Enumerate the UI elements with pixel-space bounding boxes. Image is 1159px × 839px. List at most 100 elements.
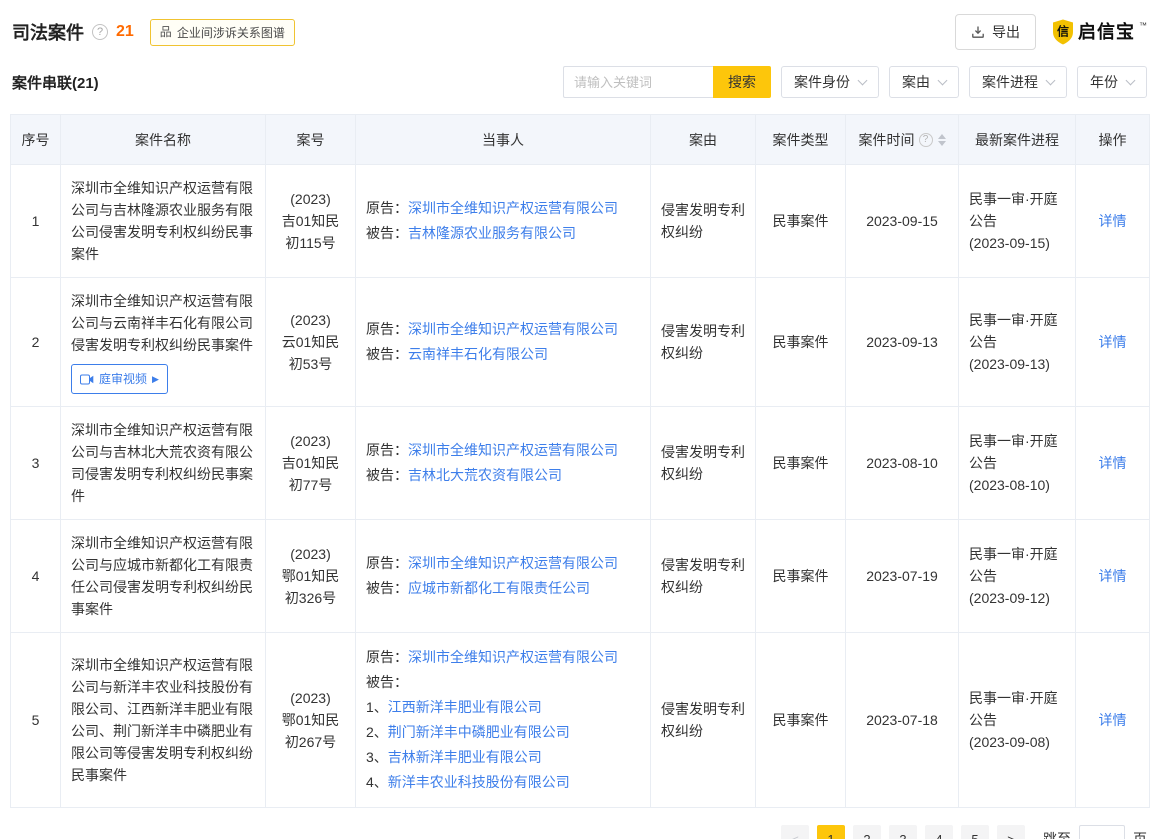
- detail-link[interactable]: 详情: [1099, 334, 1127, 350]
- org-graph-icon: 品: [160, 26, 172, 38]
- latest-progress-cell: 民事一审·开庭公告(2023-09-12): [959, 520, 1076, 633]
- company-link[interactable]: 荆门新洋丰中磷肥业有限公司: [388, 724, 570, 740]
- progress-date: (2023-09-15): [969, 232, 1065, 254]
- plaintiff-line: 原告：深圳市全维知识产权运营有限公司: [366, 438, 640, 463]
- page-button-5[interactable]: 5: [961, 825, 989, 839]
- case-time: 2023-07-19: [846, 520, 959, 633]
- sort-toggle[interactable]: [938, 134, 946, 146]
- latest-progress-cell: 民事一审·开庭公告(2023-09-08): [959, 633, 1076, 808]
- chevron-down-icon: [938, 75, 948, 85]
- company-link[interactable]: 深圳市全维知识产权运营有限公司: [408, 321, 618, 337]
- filter-label: 案由: [902, 72, 930, 92]
- litigation-graph-label: 企业间涉诉关系图谱: [177, 24, 285, 41]
- defendant-line: 被告：吉林隆源农业服务有限公司: [366, 221, 640, 246]
- filter-label: 年份: [1090, 72, 1118, 92]
- help-icon[interactable]: ?: [92, 24, 108, 40]
- progress-date: (2023-09-12): [969, 587, 1065, 609]
- case-cause: 侵害发明专利权纠纷: [651, 407, 756, 520]
- parties-cell: 原告：深圳市全维知识产权运营有限公司被告：吉林隆源农业服务有限公司: [356, 165, 651, 278]
- company-link[interactable]: 吉林隆源农业服务有限公司: [408, 225, 576, 241]
- progress-date: (2023-09-13): [969, 353, 1065, 375]
- export-button[interactable]: 导出: [955, 14, 1036, 50]
- progress-text: 民事一审·开庭公告: [969, 430, 1065, 474]
- col-case-name: 案件名称: [61, 115, 266, 165]
- company-link[interactable]: 吉林北大荒农资有限公司: [408, 467, 562, 483]
- filter-progress[interactable]: 案件进程: [969, 66, 1067, 98]
- case-count-badge: 21: [116, 23, 134, 41]
- page-button-4[interactable]: 4: [925, 825, 953, 839]
- top-bar: 司法案件 ? 21 品 企业间涉诉关系图谱 导出 信 启信宝 ™: [10, 0, 1149, 58]
- plaintiff-line: 原告：深圳市全维知识产权运营有限公司: [366, 317, 640, 342]
- case-type: 民事案件: [756, 165, 846, 278]
- filter-cause[interactable]: 案由: [889, 66, 959, 98]
- court-video-button[interactable]: 庭审视频▶: [71, 364, 168, 394]
- company-link[interactable]: 深圳市全维知识产权运营有限公司: [408, 200, 618, 216]
- section-title: 案件串联(21): [12, 72, 99, 93]
- defendant-label: 被告：: [366, 670, 640, 695]
- page-button-3[interactable]: 3: [889, 825, 917, 839]
- defendant-line: 4、新洋丰农业科技股份有限公司: [366, 770, 640, 795]
- case-cause: 侵害发明专利权纠纷: [651, 165, 756, 278]
- play-icon: ▶: [152, 368, 159, 390]
- cases-table: 序号 案件名称 案号 当事人 案由 案件类型 案件时间 ? 最新: [10, 114, 1150, 808]
- chevron-down-icon: [858, 75, 868, 85]
- col-latest-progress: 最新案件进程: [959, 115, 1076, 165]
- case-cause: 侵害发明专利权纠纷: [651, 520, 756, 633]
- prev-page-button[interactable]: <: [781, 825, 809, 839]
- case-name-cell: 深圳市全维知识产权运营有限公司与吉林隆源农业服务有限公司侵害发明专利权纠纷民事案…: [61, 165, 266, 278]
- latest-progress-cell: 民事一审·开庭公告(2023-08-10): [959, 407, 1076, 520]
- filter-controls: 搜索 案件身份 案由 案件进程 年份: [563, 66, 1147, 98]
- next-page-button[interactable]: >: [997, 825, 1025, 839]
- company-link[interactable]: 深圳市全维知识产权运营有限公司: [408, 442, 618, 458]
- filter-year[interactable]: 年份: [1077, 66, 1147, 98]
- search-box: 搜索: [563, 66, 771, 98]
- plaintiff-label: 原告：: [366, 442, 408, 458]
- company-link[interactable]: 深圳市全维知识产权运营有限公司: [408, 649, 618, 665]
- action-cell: 详情: [1076, 278, 1150, 407]
- case-name-cell: 深圳市全维知识产权运营有限公司与吉林北大荒农资有限公司侵害发明专利权纠纷民事案件: [61, 407, 266, 520]
- detail-link[interactable]: 详情: [1099, 455, 1127, 471]
- row-index: 2: [11, 278, 61, 407]
- defendant-line: 被告：应城市新都化工有限责任公司: [366, 576, 640, 601]
- col-case-number: 案号: [266, 115, 356, 165]
- filter-case-role[interactable]: 案件身份: [781, 66, 879, 98]
- col-case-time: 案件时间 ?: [846, 115, 959, 165]
- company-link[interactable]: 江西新洋丰肥业有限公司: [388, 699, 542, 715]
- case-name: 深圳市全维知识产权运营有限公司与吉林北大荒农资有限公司侵害发明专利权纠纷民事案件: [71, 419, 255, 507]
- company-link[interactable]: 吉林新洋丰肥业有限公司: [388, 749, 542, 765]
- parties-cell: 原告：深圳市全维知识产权运营有限公司被告：云南祥丰石化有限公司: [356, 278, 651, 407]
- detail-link[interactable]: 详情: [1099, 568, 1127, 584]
- plaintiff-label: 原告：: [366, 321, 408, 337]
- detail-link[interactable]: 详情: [1099, 213, 1127, 229]
- litigation-graph-button[interactable]: 品 企业间涉诉关系图谱: [150, 19, 295, 46]
- company-link[interactable]: 应城市新都化工有限责任公司: [408, 580, 590, 596]
- jump-page-input[interactable]: [1079, 825, 1125, 839]
- case-number: (2023) 云01知民 初53号: [266, 278, 356, 407]
- case-name: 深圳市全维知识产权运营有限公司与云南祥丰石化有限公司侵害发明专利权纠纷民事案件: [71, 290, 255, 356]
- filter-label: 案件进程: [982, 72, 1038, 92]
- case-number: (2023) 吉01知民 初115号: [266, 165, 356, 278]
- case-time-help-icon[interactable]: ?: [919, 133, 933, 147]
- detail-link[interactable]: 详情: [1099, 712, 1127, 728]
- latest-progress-cell: 民事一审·开庭公告(2023-09-15): [959, 165, 1076, 278]
- progress-text: 民事一审·开庭公告: [969, 543, 1065, 587]
- filter-label: 案件身份: [794, 72, 850, 92]
- search-input[interactable]: [563, 66, 713, 98]
- pagination: < 12345 > 跳至 页: [10, 808, 1149, 839]
- row-index: 4: [11, 520, 61, 633]
- judicial-cases-page: 司法案件 ? 21 品 企业间涉诉关系图谱 导出 信 启信宝 ™: [0, 0, 1159, 839]
- search-button[interactable]: 搜索: [713, 66, 771, 98]
- defendant-label: 被告：: [366, 225, 408, 241]
- case-time: 2023-09-13: [846, 278, 959, 407]
- company-link[interactable]: 深圳市全维知识产权运营有限公司: [408, 555, 618, 571]
- case-number: (2023) 鄂01知民 初326号: [266, 520, 356, 633]
- case-table-body: 1深圳市全维知识产权运营有限公司与吉林隆源农业服务有限公司侵害发明专利权纠纷民事…: [11, 165, 1150, 808]
- case-time: 2023-08-10: [846, 407, 959, 520]
- company-link[interactable]: 云南祥丰石化有限公司: [408, 346, 548, 362]
- company-link[interactable]: 新洋丰农业科技股份有限公司: [388, 774, 570, 790]
- case-number: (2023) 吉01知民 初77号: [266, 407, 356, 520]
- table-row: 2深圳市全维知识产权运营有限公司与云南祥丰石化有限公司侵害发明专利权纠纷民事案件…: [11, 278, 1150, 407]
- page-button-1[interactable]: 1: [817, 825, 845, 839]
- sort-asc-icon: [938, 134, 946, 139]
- page-button-2[interactable]: 2: [853, 825, 881, 839]
